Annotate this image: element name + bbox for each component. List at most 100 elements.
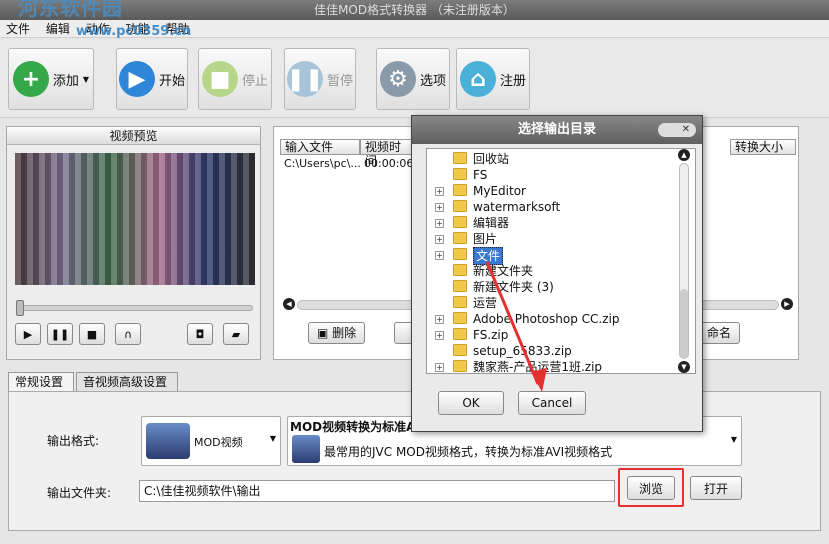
tree-item-label: Adobe Photoshop CC.zip	[473, 312, 620, 326]
stop-icon: ■	[86, 327, 98, 341]
toolbar: + 添加 ▼ ▶ 开始 ■ 停止 ❚❚ 暂停 ⚙ 选项 ⌂ 注册	[0, 40, 829, 118]
basket-icon: ⌂	[459, 61, 496, 97]
expand-icon[interactable]: +	[435, 187, 444, 196]
camcorder-icon	[146, 423, 190, 459]
video-color-bars	[15, 153, 255, 285]
add-label: 添加	[52, 73, 79, 89]
scroll-right-icon[interactable]: ▶	[781, 298, 793, 310]
open-folder-button[interactable]: ▰	[223, 323, 249, 345]
vscroll-thumb[interactable]	[680, 289, 688, 359]
delete-icon: ▣	[317, 326, 333, 340]
ok-button[interactable]: OK	[438, 391, 504, 415]
delete-label: 删除	[332, 326, 357, 340]
select-output-dir-dialog: 选择输出目录 ✕ ▲ ▼ 回收站 FS + MyEditor + watermarksof…	[411, 115, 703, 432]
options-button[interactable]: ⚙ 选项	[376, 48, 450, 110]
tab-general[interactable]: 常规设置	[8, 372, 74, 393]
menu-bar: 文件 编辑 动作 功能 帮助 www.pc0359.cn	[0, 20, 829, 39]
expand-icon[interactable]: +	[435, 363, 444, 372]
stop-icon: ■	[201, 61, 238, 97]
gear-icon: ⚙	[379, 61, 416, 97]
cancel-button[interactable]: Cancel	[518, 391, 586, 415]
scroll-down-icon[interactable]: ▼	[678, 361, 690, 373]
folder-icon	[453, 328, 467, 340]
start-label: 开始	[158, 73, 185, 89]
tree-item-label: 新建文件夹 (3)	[473, 280, 554, 294]
tree-item-label: 魏家燕-产品运营1班.zip	[473, 360, 603, 374]
format-dropdown[interactable]: MOD视频 ▼	[141, 416, 281, 466]
format-value: MOD视频	[194, 436, 243, 449]
tree-item-label: 编辑器	[473, 216, 510, 230]
expand-icon[interactable]: +	[435, 203, 444, 212]
stop-playback-button[interactable]: ■	[79, 323, 105, 345]
start-button[interactable]: ▶ 开始	[116, 48, 188, 110]
pause-label: 暂停	[326, 73, 353, 89]
expand-icon[interactable]: +	[435, 219, 444, 228]
folder-icon	[453, 248, 467, 260]
folder-label: 输出文件夹:	[47, 486, 112, 500]
col-input-file[interactable]: 输入文件	[280, 139, 360, 155]
camcorder-small-icon	[292, 435, 320, 463]
dialog-close-button[interactable]: ✕	[658, 123, 696, 137]
rename-button[interactable]: 命名	[698, 322, 741, 344]
tree-item-label: 回收站	[473, 152, 510, 166]
video-preview-panel: 视频预览 ▶ ❚❚ ■ ∩ ◘ ▰	[6, 126, 261, 360]
dialog-title: 选择输出目录	[517, 122, 596, 137]
folder-icon	[453, 344, 467, 356]
minimize-button[interactable]	[747, 0, 775, 20]
pause-playback-button[interactable]: ❚❚	[47, 323, 73, 345]
tree-vscroll[interactable]: ▲ ▼	[677, 149, 691, 373]
format-title: MOD视频转换为标准A	[290, 420, 416, 434]
chevron-down-icon: ▼	[269, 434, 276, 443]
add-button[interactable]: + 添加 ▼	[8, 48, 94, 110]
snapshot-button[interactable]: ◘	[187, 323, 213, 345]
folder-icon	[453, 152, 467, 164]
rename-label: 命名	[707, 326, 732, 340]
stop-label: 停止	[241, 73, 268, 89]
tree-item-label: 运营	[473, 296, 498, 310]
scroll-left-icon[interactable]: ◀	[283, 298, 295, 310]
play-icon: ▶	[23, 327, 33, 341]
play-button[interactable]: ▶	[15, 323, 41, 345]
expand-icon[interactable]: +	[435, 315, 444, 324]
close-window-button[interactable]	[801, 0, 829, 20]
folder-icon: ▰	[231, 327, 241, 341]
expand-icon[interactable]: +	[435, 331, 444, 340]
folder-icon	[453, 168, 467, 180]
register-button[interactable]: ⌂ 注册	[456, 48, 530, 110]
col-video-time[interactable]: 视频时间	[360, 139, 412, 168]
delete-button[interactable]: ▣ 删除	[308, 322, 366, 344]
scroll-up-icon[interactable]: ▲	[678, 149, 690, 161]
dropdown-arrow-icon[interactable]: ▼	[83, 75, 89, 84]
stop-button[interactable]: ■ 停止	[198, 48, 272, 110]
expand-icon[interactable]: +	[435, 251, 444, 260]
menu-file[interactable]: 文件	[0, 20, 36, 38]
folder-icon	[453, 360, 467, 372]
format-label: 输出格式:	[47, 434, 100, 448]
open-folder-text-button[interactable]: 打开	[690, 476, 742, 500]
col-output-size[interactable]: 转换大小	[730, 139, 796, 155]
watermark-url: www.pc0359.cn	[76, 24, 192, 39]
folder-icon	[453, 264, 467, 276]
tree-item-label: watermarksoft	[473, 200, 561, 214]
folder-tree[interactable]: ▲ ▼ 回收站 FS + MyEditor + watermarksoft + 编辑器 + 图片 +…	[426, 148, 696, 374]
row-file[interactable]: C:\Users\pc\...	[284, 157, 361, 170]
tab-advanced[interactable]: 音视频高级设置	[76, 372, 178, 392]
folder-icon	[453, 280, 467, 292]
output-folder-input[interactable]: C:\佳佳视频软件\输出	[139, 480, 615, 502]
folder-icon	[453, 200, 467, 212]
volume-button[interactable]: ∩	[115, 323, 141, 345]
window-title: 佳佳MOD格式转换器 （未注册版本）	[314, 3, 515, 17]
seek-thumb[interactable]	[16, 300, 24, 316]
expand-icon[interactable]: +	[435, 235, 444, 244]
pause-button[interactable]: ❚❚ 暂停	[284, 48, 356, 110]
tree-item-label: 新建文件夹	[473, 264, 534, 278]
headphones-icon: ∩	[123, 327, 133, 341]
title-bar: 河东软件园 佳佳MOD格式转换器 （未注册版本）	[0, 0, 829, 20]
video-frame	[15, 153, 255, 285]
seek-slider[interactable]	[16, 300, 253, 316]
tree-item-label: FS	[473, 168, 488, 182]
register-label: 注册	[499, 73, 526, 89]
plus-icon: +	[12, 61, 49, 97]
camera-icon: ◘	[195, 327, 205, 341]
folder-icon	[453, 312, 467, 324]
